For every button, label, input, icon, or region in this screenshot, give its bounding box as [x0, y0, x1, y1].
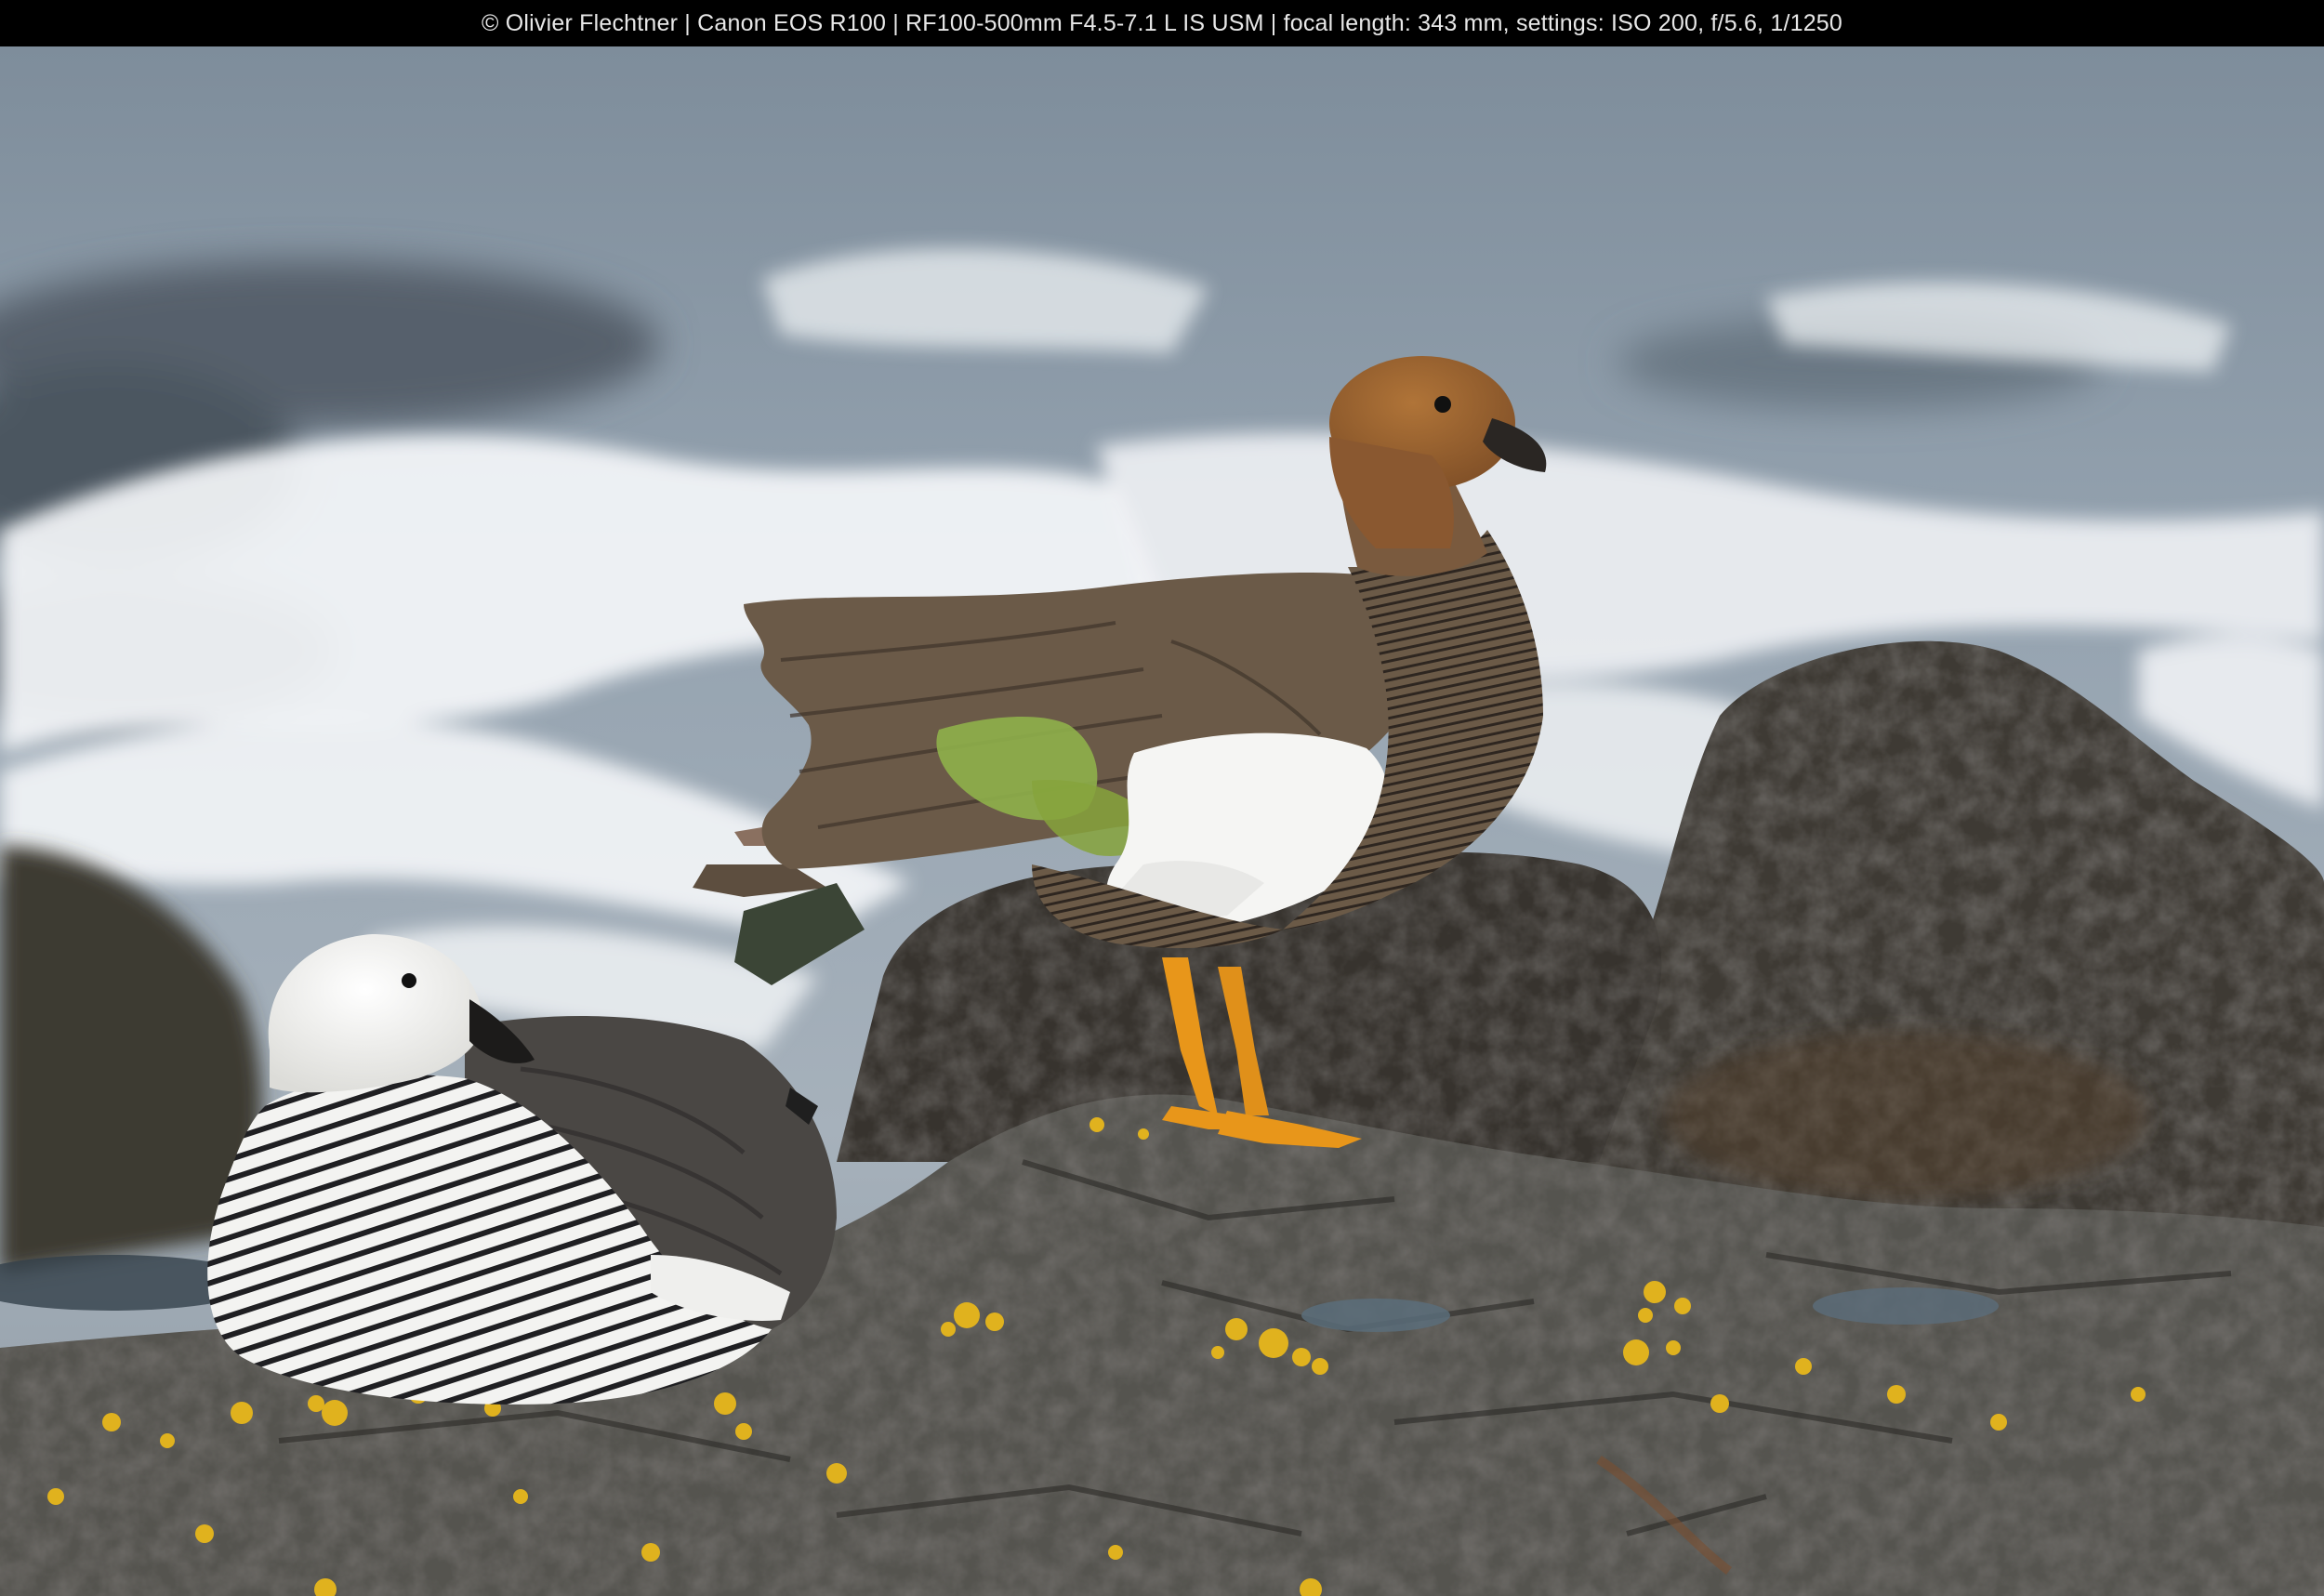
photo: [0, 46, 2324, 1596]
photo-frame: © Olivier Flechtner | Canon EOS R100 | R…: [0, 0, 2324, 1596]
caption-bar: © Olivier Flechtner | Canon EOS R100 | R…: [0, 0, 2324, 46]
photo-caption: © Olivier Flechtner | Canon EOS R100 | R…: [481, 9, 1843, 36]
